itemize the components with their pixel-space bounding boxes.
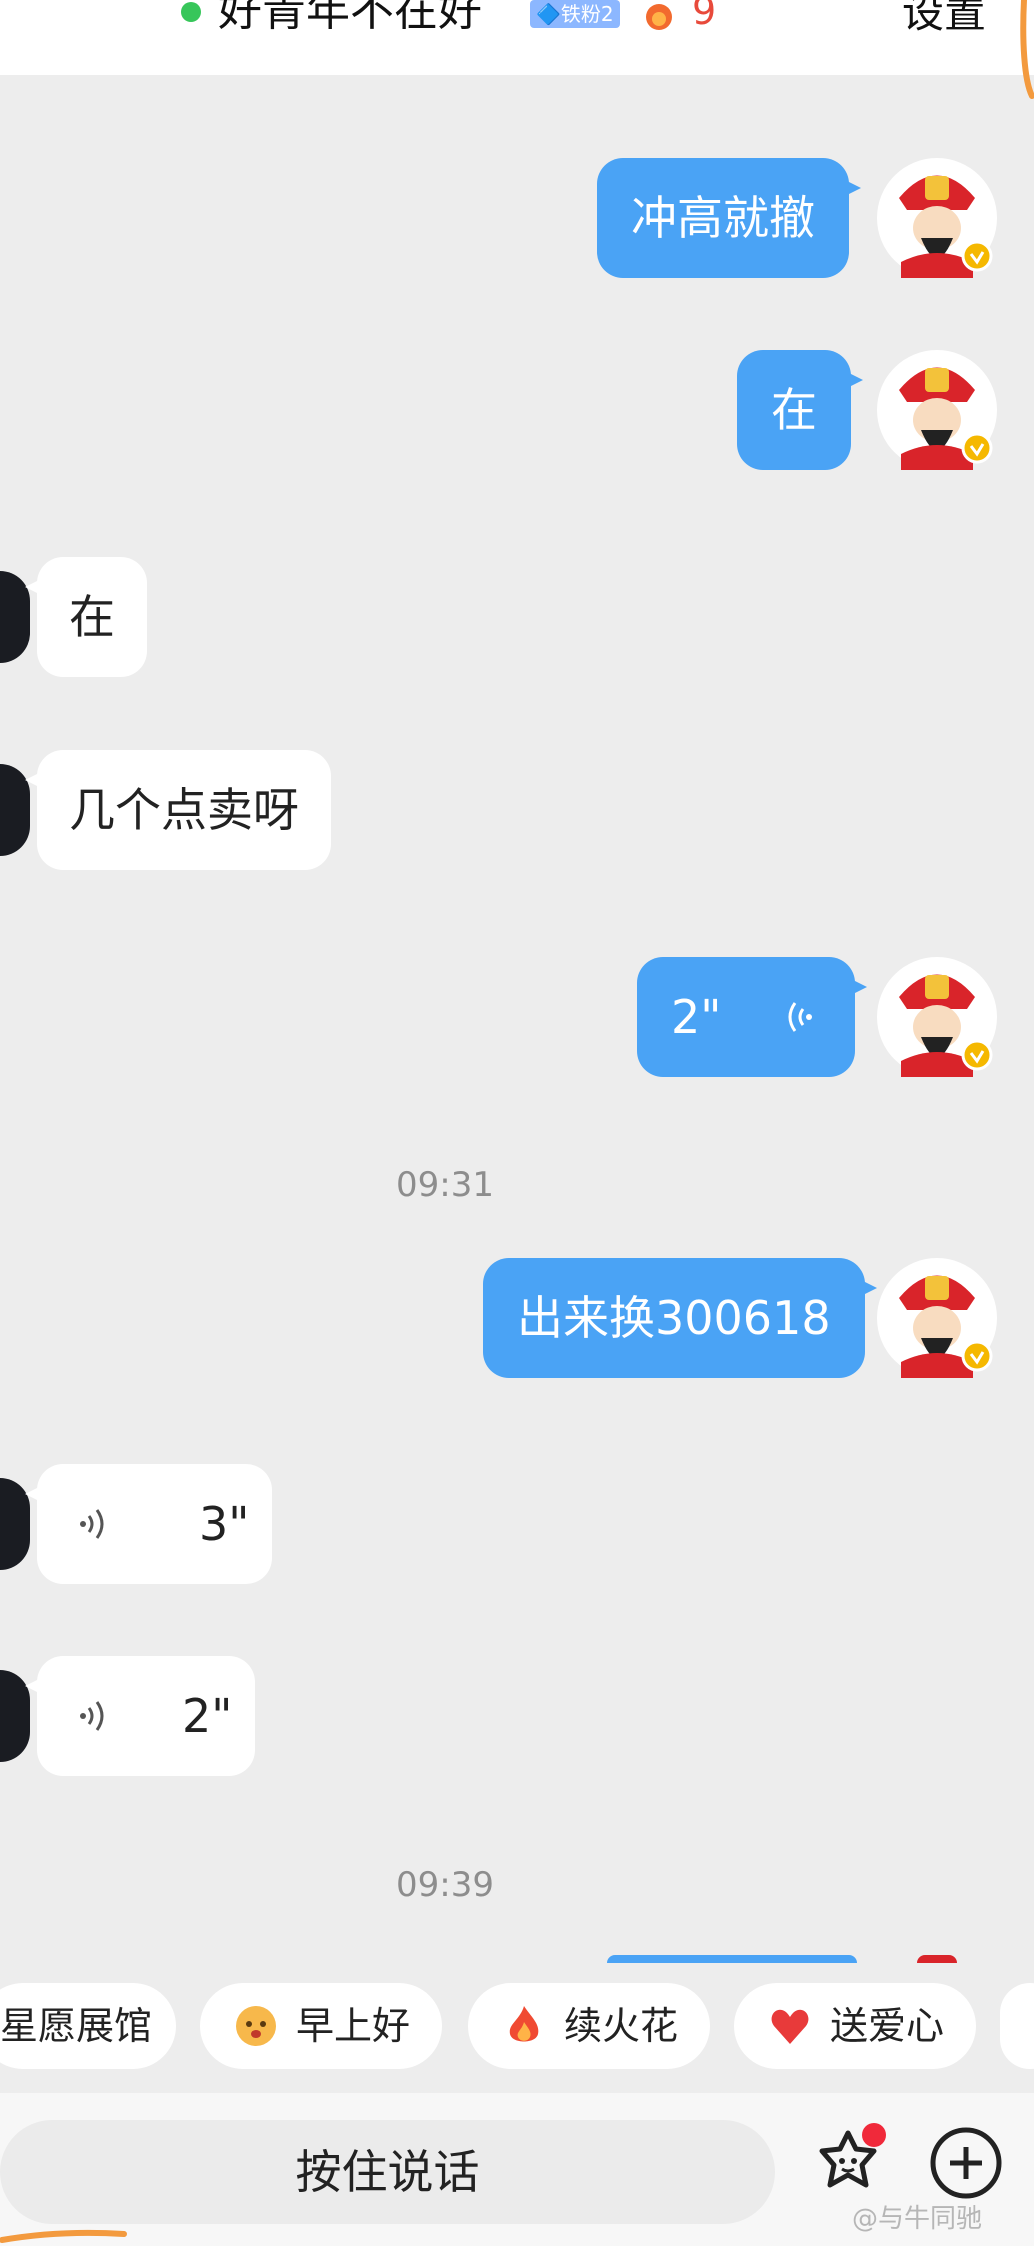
message-text: 几个点卖呀 [69, 783, 299, 837]
user-avatar[interactable] [877, 1258, 997, 1378]
voice-message-incoming[interactable]: 3" [25, 1464, 272, 1584]
chip-send-heart[interactable]: 送爱心 [734, 1983, 976, 2069]
user-avatar[interactable] [877, 158, 997, 278]
chip-label: 星愿展馆 [0, 2004, 153, 2048]
message-text: 出来换300618 [517, 1291, 831, 1345]
chip-continue-spark[interactable]: 续火花 [468, 1983, 710, 2069]
hold-to-talk-button[interactable]: 按住说话 [0, 2120, 775, 2224]
message-bubble-incoming[interactable]: 在 [25, 557, 147, 677]
plus-circle-icon[interactable] [928, 2125, 1004, 2201]
voice-wave-icon [80, 1509, 104, 1539]
chip-star-hall[interactable]: 星愿展馆 [0, 1983, 176, 2069]
message-timestamp: 09:39 [396, 1865, 494, 1905]
message-text: 在 [69, 590, 115, 644]
sun-face-icon [236, 2006, 276, 2046]
message-bubble-incoming[interactable]: 几个点卖呀 [25, 750, 331, 870]
message-bubble-outgoing[interactable]: 出来换300618 [483, 1258, 877, 1378]
heart-icon [771, 2009, 809, 2044]
online-status-dot [181, 2, 201, 22]
voice-wave-icon [80, 1701, 104, 1731]
voice-message-incoming[interactable]: 2" [25, 1656, 255, 1776]
voice-duration: 2" [671, 990, 722, 1044]
chip-label: 续火花 [564, 2004, 679, 2048]
fire-icon [509, 2006, 539, 2042]
message-timestamp: 09:31 [396, 1165, 494, 1205]
message-bubble-outgoing[interactable]: 在 [737, 350, 863, 470]
quick-reply-chips: 星愿展馆 早上好 续火花 送爱心 [0, 1983, 1034, 2069]
settings-button[interactable]: 设置 [902, 0, 986, 38]
message-text: 冲高就撤 [631, 191, 815, 245]
chat-header: 好青年不在好 🔷铁粉2 9 设置 [0, 0, 1034, 75]
weibo-watermark: @与牛同驰 [852, 2204, 983, 2234]
message-bubble-outgoing[interactable]: 冲高就撤 [597, 158, 861, 278]
voice-message-outgoing[interactable]: 2" [637, 957, 867, 1077]
chip-label: 送爱心 [830, 2004, 945, 2048]
contact-name[interactable]: 好青年不在好 [218, 0, 482, 36]
voice-wave-icon [788, 1002, 812, 1032]
user-avatar[interactable] [877, 350, 997, 470]
voice-duration: 3" [199, 1497, 250, 1551]
sticker-icon[interactable] [808, 2123, 888, 2203]
user-avatar-partial[interactable] [917, 1955, 957, 1963]
chip-partial[interactable] [1000, 1983, 1034, 2069]
user-avatar[interactable] [877, 957, 997, 1077]
orange-annotation-stroke [1020, 0, 1034, 99]
spark-fire-icon [646, 4, 672, 30]
message-bubble-outgoing-partial[interactable] [607, 1955, 857, 1963]
orange-annotation-stroke-bottom [0, 2229, 127, 2243]
message-text: 在 [771, 383, 817, 437]
fan-level-badge: 🔷铁粉2 [530, 0, 620, 28]
chip-good-morning[interactable]: 早上好 [200, 1983, 442, 2069]
voice-duration: 2" [182, 1689, 233, 1743]
spark-count: 9 [692, 0, 717, 33]
chip-label: 早上好 [296, 2004, 411, 2048]
